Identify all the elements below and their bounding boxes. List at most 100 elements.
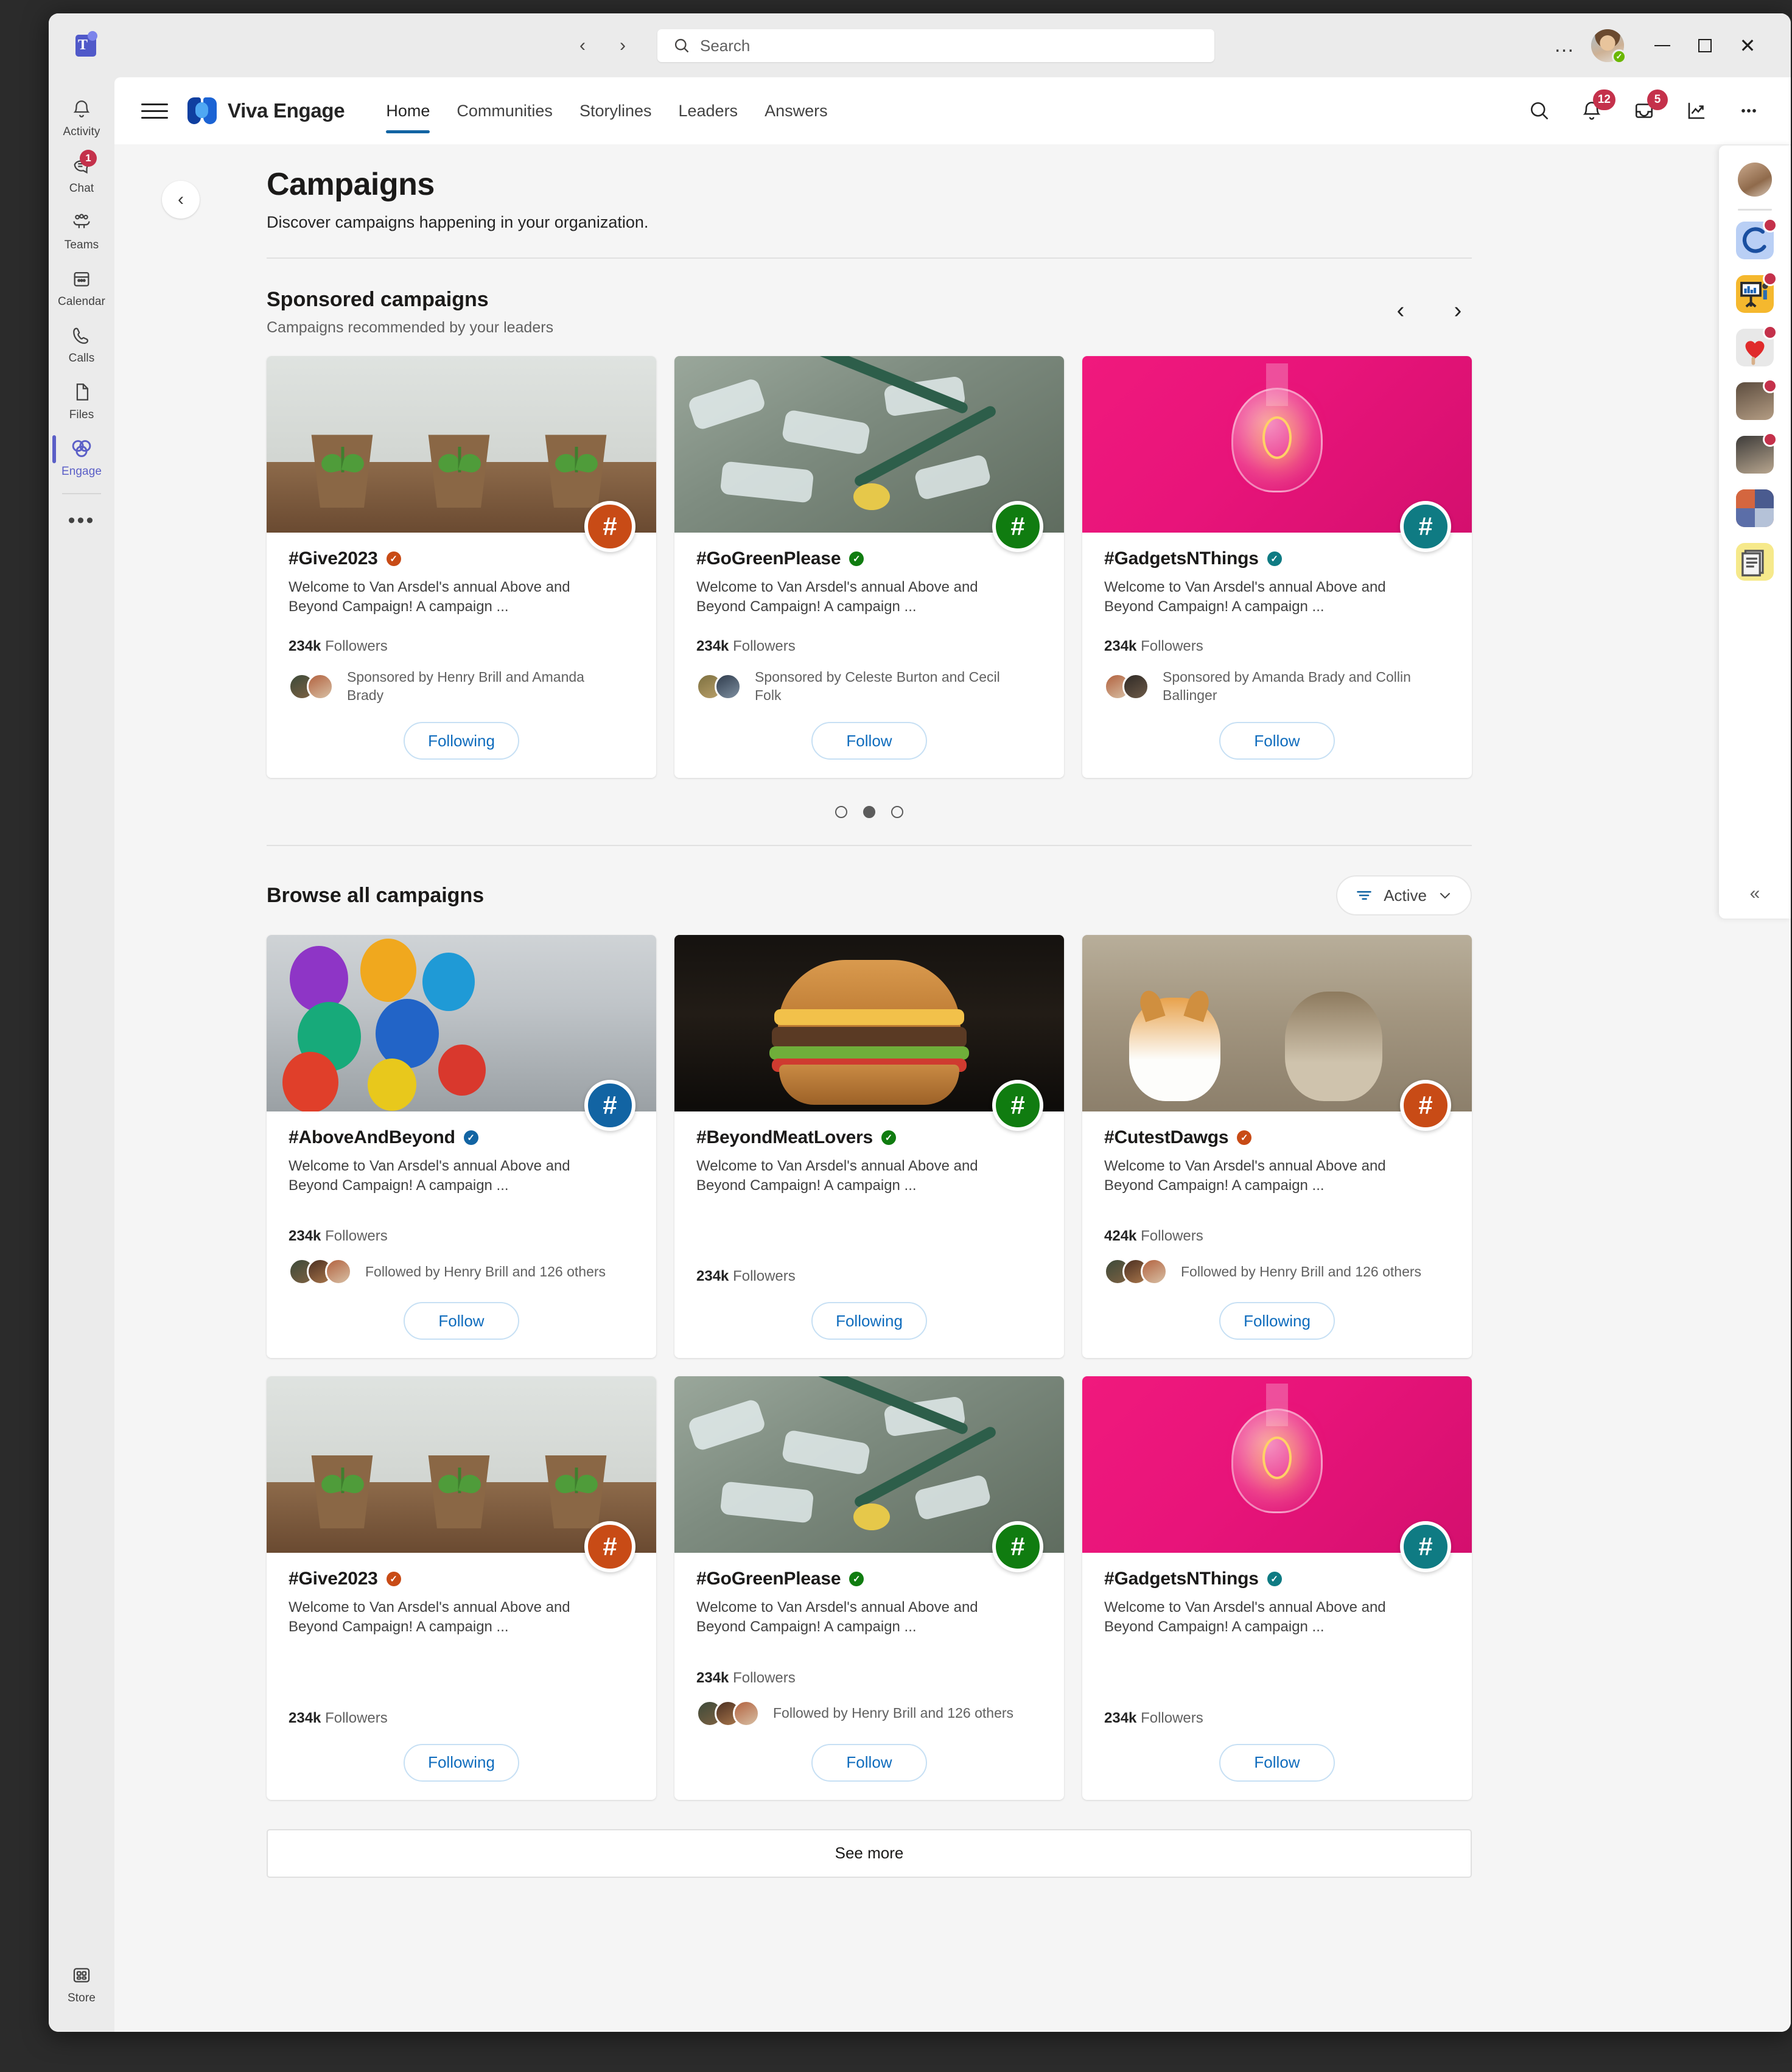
search-icon [674,38,689,53]
sidebar-label-store: Store [68,1992,96,2004]
file-icon [68,380,96,404]
engage-inbox-button[interactable]: 5 [1630,89,1668,125]
sidebar-item-teams[interactable]: Teams [49,201,114,258]
engage-search-button[interactable] [1525,97,1553,125]
avatar-stack [289,1258,352,1286]
campaign-name[interactable]: #GoGreenPlease [696,1569,841,1589]
follow-button[interactable]: Follow [1219,1743,1335,1782]
followers-label: Followers [325,1228,388,1245]
collapse-rail-button[interactable]: « [1750,883,1760,904]
window-titlebar: T ‹ › Search … ✓ ✕ [49,13,1791,77]
forward-nav-button[interactable]: › [609,32,636,59]
sidebar-item-chat[interactable]: 1 Chat [49,145,114,201]
tab-leaders[interactable]: Leaders [665,77,751,144]
rail-more-apps-button[interactable]: ••• [68,498,96,544]
follow-button[interactable]: Follow [811,1743,927,1782]
campaign-name[interactable]: #Give2023 [289,1569,378,1589]
presentation-app-icon[interactable] [1736,271,1777,313]
campaign-hashtag-avatar: # [1400,501,1451,552]
follow-button[interactable]: Follow [404,1302,519,1340]
back-nav-button[interactable]: ‹ [569,32,596,59]
page-back-button[interactable]: ‹ [162,181,200,219]
follow-button[interactable]: Following [1219,1302,1335,1340]
campaign-description: Welcome to Van Arsdel's annual Above and… [289,1599,570,1636]
rail-user-avatar[interactable] [1738,163,1772,197]
titlebar-overflow-button[interactable]: … [1544,33,1586,57]
follow-button[interactable]: Following [404,1743,519,1782]
engage-analytics-button[interactable] [1682,97,1710,125]
followers-label: Followers [733,638,796,655]
campaign-card[interactable]: # #AboveAndBeyond ✓ Welcome to Van Arsde… [267,935,656,1359]
campaign-attribution-row: Followed by Henry Brill and 126 others [1104,1258,1450,1286]
browse-section-header: Browse all campaigns Active [267,875,1472,916]
sidebar-item-store[interactable]: Store [49,1955,114,2032]
carousel-dot[interactable] [835,806,847,819]
sidebar-item-calls[interactable]: Calls [49,315,114,371]
global-search-box[interactable]: Search [657,29,1214,62]
tab-storylines[interactable]: Storylines [566,77,665,144]
campaigns-page: Campaigns Discover campaigns happening i… [267,144,1472,1920]
campaign-card[interactable]: # #GoGreenPlease ✓ Welcome to Van Arsdel… [674,356,1064,779]
sponsored-card-grid: # #Give2023 ✓ Welcome to Van Arsdel's an… [267,356,1472,779]
tab-answers[interactable]: Answers [751,77,841,144]
praise-app-icon[interactable] [1736,325,1777,366]
see-more-button[interactable]: See more [267,1829,1472,1878]
tab-home[interactable]: Home [373,77,443,144]
viva-connections-app-icon[interactable] [1736,218,1777,259]
campaign-name[interactable]: #GoGreenPlease [696,548,841,569]
page-divider [267,257,1472,259]
worker-photo-app-icon[interactable] [1736,432,1777,474]
close-button[interactable]: ✕ [1726,13,1769,77]
sidebar-item-activity[interactable]: Activity [49,88,114,145]
sidebar-item-engage[interactable]: Engage [49,428,114,485]
follow-button[interactable]: Follow [811,722,927,760]
sidebar-item-calendar[interactable]: Calendar [49,258,114,315]
engage-notifications-button[interactable]: 12 [1578,89,1615,125]
carousel-dot[interactable] [891,806,903,819]
maximize-button[interactable] [1684,13,1726,77]
campaign-name[interactable]: #Give2023 [289,548,378,569]
campaign-name[interactable]: #BeyondMeatLovers [696,1127,873,1148]
followers-count: 234k [289,638,321,655]
user-avatar[interactable]: ✓ [1591,29,1626,64]
carousel-dot-active[interactable] [863,806,875,819]
unread-badge [1763,218,1777,233]
engage-more-button[interactable] [1735,97,1763,125]
follow-button[interactable]: Following [404,722,519,760]
campaign-name[interactable]: #GadgetsNThings [1104,1569,1259,1589]
campaign-description: Welcome to Van Arsdel's annual Above and… [1104,1158,1386,1194]
follow-button[interactable]: Following [811,1302,927,1340]
browse-card-grid-row1: # #AboveAndBeyond ✓ Welcome to Van Arsde… [267,935,1472,1359]
people-grid-app-icon[interactable] [1736,489,1774,527]
follow-button[interactable]: Follow [1219,722,1335,760]
page-scroll-area[interactable]: ‹ Campaigns Discover campaigns happening… [114,144,1791,2032]
campaign-name[interactable]: #AboveAndBeyond [289,1127,455,1148]
campaign-attribution: Sponsored by Henry Brill and Amanda Brad… [347,669,584,704]
hamburger-icon[interactable] [141,103,168,119]
sidebar-item-files[interactable]: Files [49,371,114,428]
campaign-card[interactable]: # #Give2023 ✓ Welcome to Van Arsdel's an… [267,356,656,779]
filter-dropdown[interactable]: Active [1336,875,1472,916]
campaign-description: Welcome to Van Arsdel's annual Above and… [696,579,978,615]
tab-communities[interactable]: Communities [443,77,566,144]
campaign-hashtag-avatar: # [992,1521,1043,1573]
campaign-card[interactable]: # #CutestDawgs ✓ Welcome to Van Arsdel's… [1082,935,1472,1359]
rail-divider [1738,209,1772,211]
campaign-description: Welcome to Van Arsdel's annual Above and… [289,1158,570,1194]
carousel-next-button[interactable]: › [1444,296,1472,324]
campaign-name[interactable]: #GadgetsNThings [1104,548,1259,569]
carousel-prev-button[interactable]: ‹ [1387,296,1415,324]
campaign-card[interactable]: # #GadgetsNThings ✓ Welcome to Van Arsde… [1082,1376,1472,1800]
minimize-button[interactable] [1641,13,1684,77]
campaign-description: Welcome to Van Arsdel's annual Above and… [1104,579,1386,615]
campaign-card[interactable]: # #BeyondMeatLovers ✓ Welcome to Van Ars… [674,935,1064,1359]
campaign-card[interactable]: # #Give2023 ✓ Welcome to Van Arsdel's an… [267,1376,656,1800]
campaign-name[interactable]: #CutestDawgs [1104,1127,1229,1148]
verified-badge-icon: ✓ [881,1130,897,1146]
app-rail: Activity 1 Chat Teams Calendar Calls Fil… [49,77,114,2032]
person-video-app-icon[interactable] [1736,379,1777,420]
documents-app-icon[interactable] [1736,543,1774,581]
verified-badge-icon: ✓ [463,1130,478,1146]
campaign-card[interactable]: # #GadgetsNThings ✓ Welcome to Van Arsde… [1082,356,1472,779]
campaign-card[interactable]: # #GoGreenPlease ✓ Welcome to Van Arsdel… [674,1376,1064,1800]
